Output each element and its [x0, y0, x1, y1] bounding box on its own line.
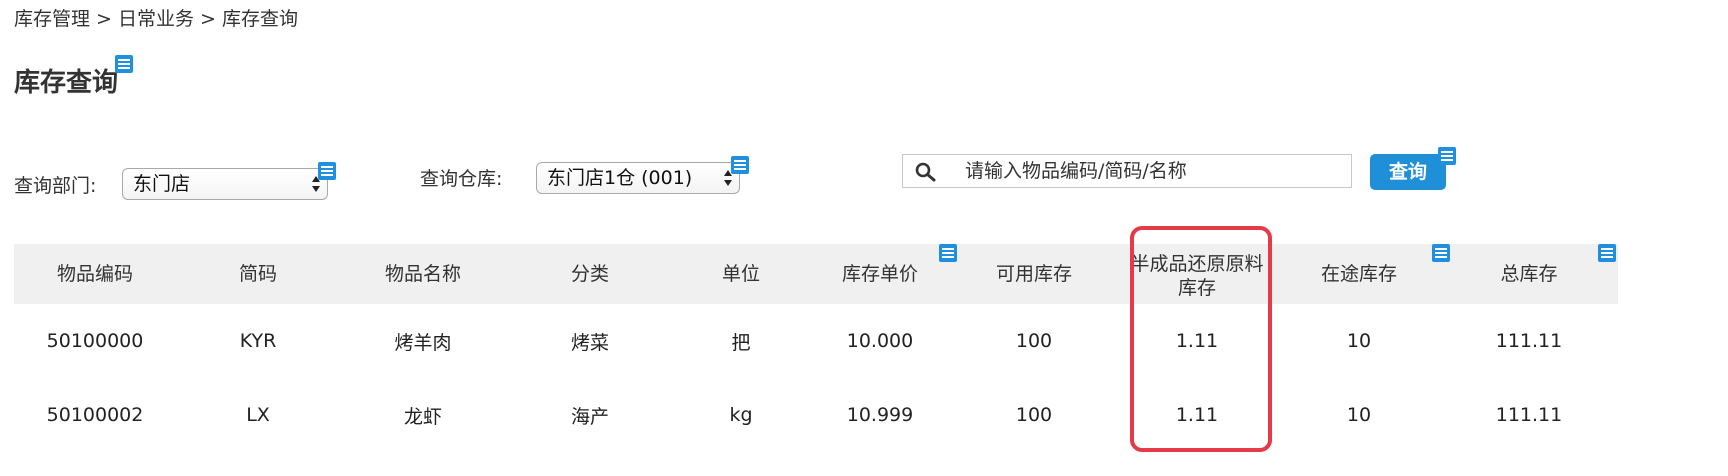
cell-unit-price: 10.000 — [846, 330, 914, 352]
cell-total-stock: 111.11 — [1495, 404, 1563, 426]
note-icon[interactable] — [1598, 244, 1616, 262]
cell-unit: kg — [729, 404, 753, 426]
col-header-item-code: 物品编码 — [56, 263, 133, 285]
col-header-item-name: 物品名称 — [384, 263, 461, 285]
cell-category: 烤菜 — [570, 331, 609, 354]
cell-short-code: LX — [246, 404, 270, 426]
cell-available-stock: 100 — [1015, 330, 1053, 352]
col-header-in-transit-stock: 在途库存 — [1320, 263, 1397, 285]
cell-item-code: 50100002 — [46, 404, 144, 426]
cell-category: 海产 — [570, 405, 609, 428]
table-row[interactable]: 50100000 KYR 烤羊肉 烤菜 把 10.000 100 1.11 10… — [14, 304, 1618, 378]
dept-select[interactable]: 东门店 — [122, 168, 328, 200]
note-icon[interactable] — [731, 156, 749, 174]
cell-available-stock: 100 — [1015, 404, 1053, 426]
warehouse-select[interactable]: 东门店1仓 (001) — [536, 162, 740, 194]
page-title: 库存查询 — [14, 68, 119, 98]
search-icon — [915, 162, 937, 182]
table-header-row: 物品编码 简码 物品名称 分类 单位 库存单价 可用库存 半成品还原原料 库存 … — [14, 244, 1618, 304]
col-header-short-code: 简码 — [238, 263, 277, 285]
cell-item-name: 烤羊肉 — [394, 331, 452, 354]
dept-select-value: 东门店 — [133, 173, 191, 195]
query-button[interactable]: 查询 — [1370, 154, 1446, 190]
note-icon[interactable] — [115, 55, 133, 73]
highlight-box — [1130, 226, 1272, 452]
warehouse-select-value: 东门店1仓 (001) — [547, 167, 693, 189]
cell-total-stock: 111.11 — [1495, 330, 1563, 352]
table-row[interactable]: 50100002 LX 龙虾 海产 kg 10.999 100 1.11 10 … — [14, 378, 1618, 452]
cell-item-name: 龙虾 — [403, 405, 442, 428]
stock-table: 物品编码 简码 物品名称 分类 单位 库存单价 可用库存 半成品还原原料 库存 … — [14, 244, 1618, 452]
cell-in-transit-stock: 10 — [1346, 330, 1372, 352]
cell-unit-price: 10.999 — [846, 404, 914, 426]
cell-item-code: 50100000 — [46, 330, 144, 352]
col-header-category: 分类 — [570, 263, 609, 285]
note-icon[interactable] — [1432, 244, 1450, 262]
search-input[interactable] — [965, 158, 1345, 184]
col-header-available-stock: 可用库存 — [995, 263, 1072, 285]
search-box — [902, 154, 1352, 188]
col-header-unit: 单位 — [721, 263, 760, 285]
cell-short-code: KYR — [239, 330, 277, 352]
cell-unit: 把 — [731, 331, 751, 354]
note-icon[interactable] — [939, 244, 957, 262]
warehouse-label: 查询仓库: — [420, 168, 503, 190]
note-icon[interactable] — [1438, 147, 1456, 165]
breadcrumb: 库存管理 > 日常业务 > 库存查询 — [14, 8, 298, 30]
col-header-unit-price: 库存单价 — [841, 263, 918, 285]
col-header-total-stock: 总库存 — [1500, 263, 1558, 285]
dept-label: 查询部门: — [14, 175, 97, 197]
cell-in-transit-stock: 10 — [1346, 404, 1372, 426]
note-icon[interactable] — [318, 162, 336, 180]
